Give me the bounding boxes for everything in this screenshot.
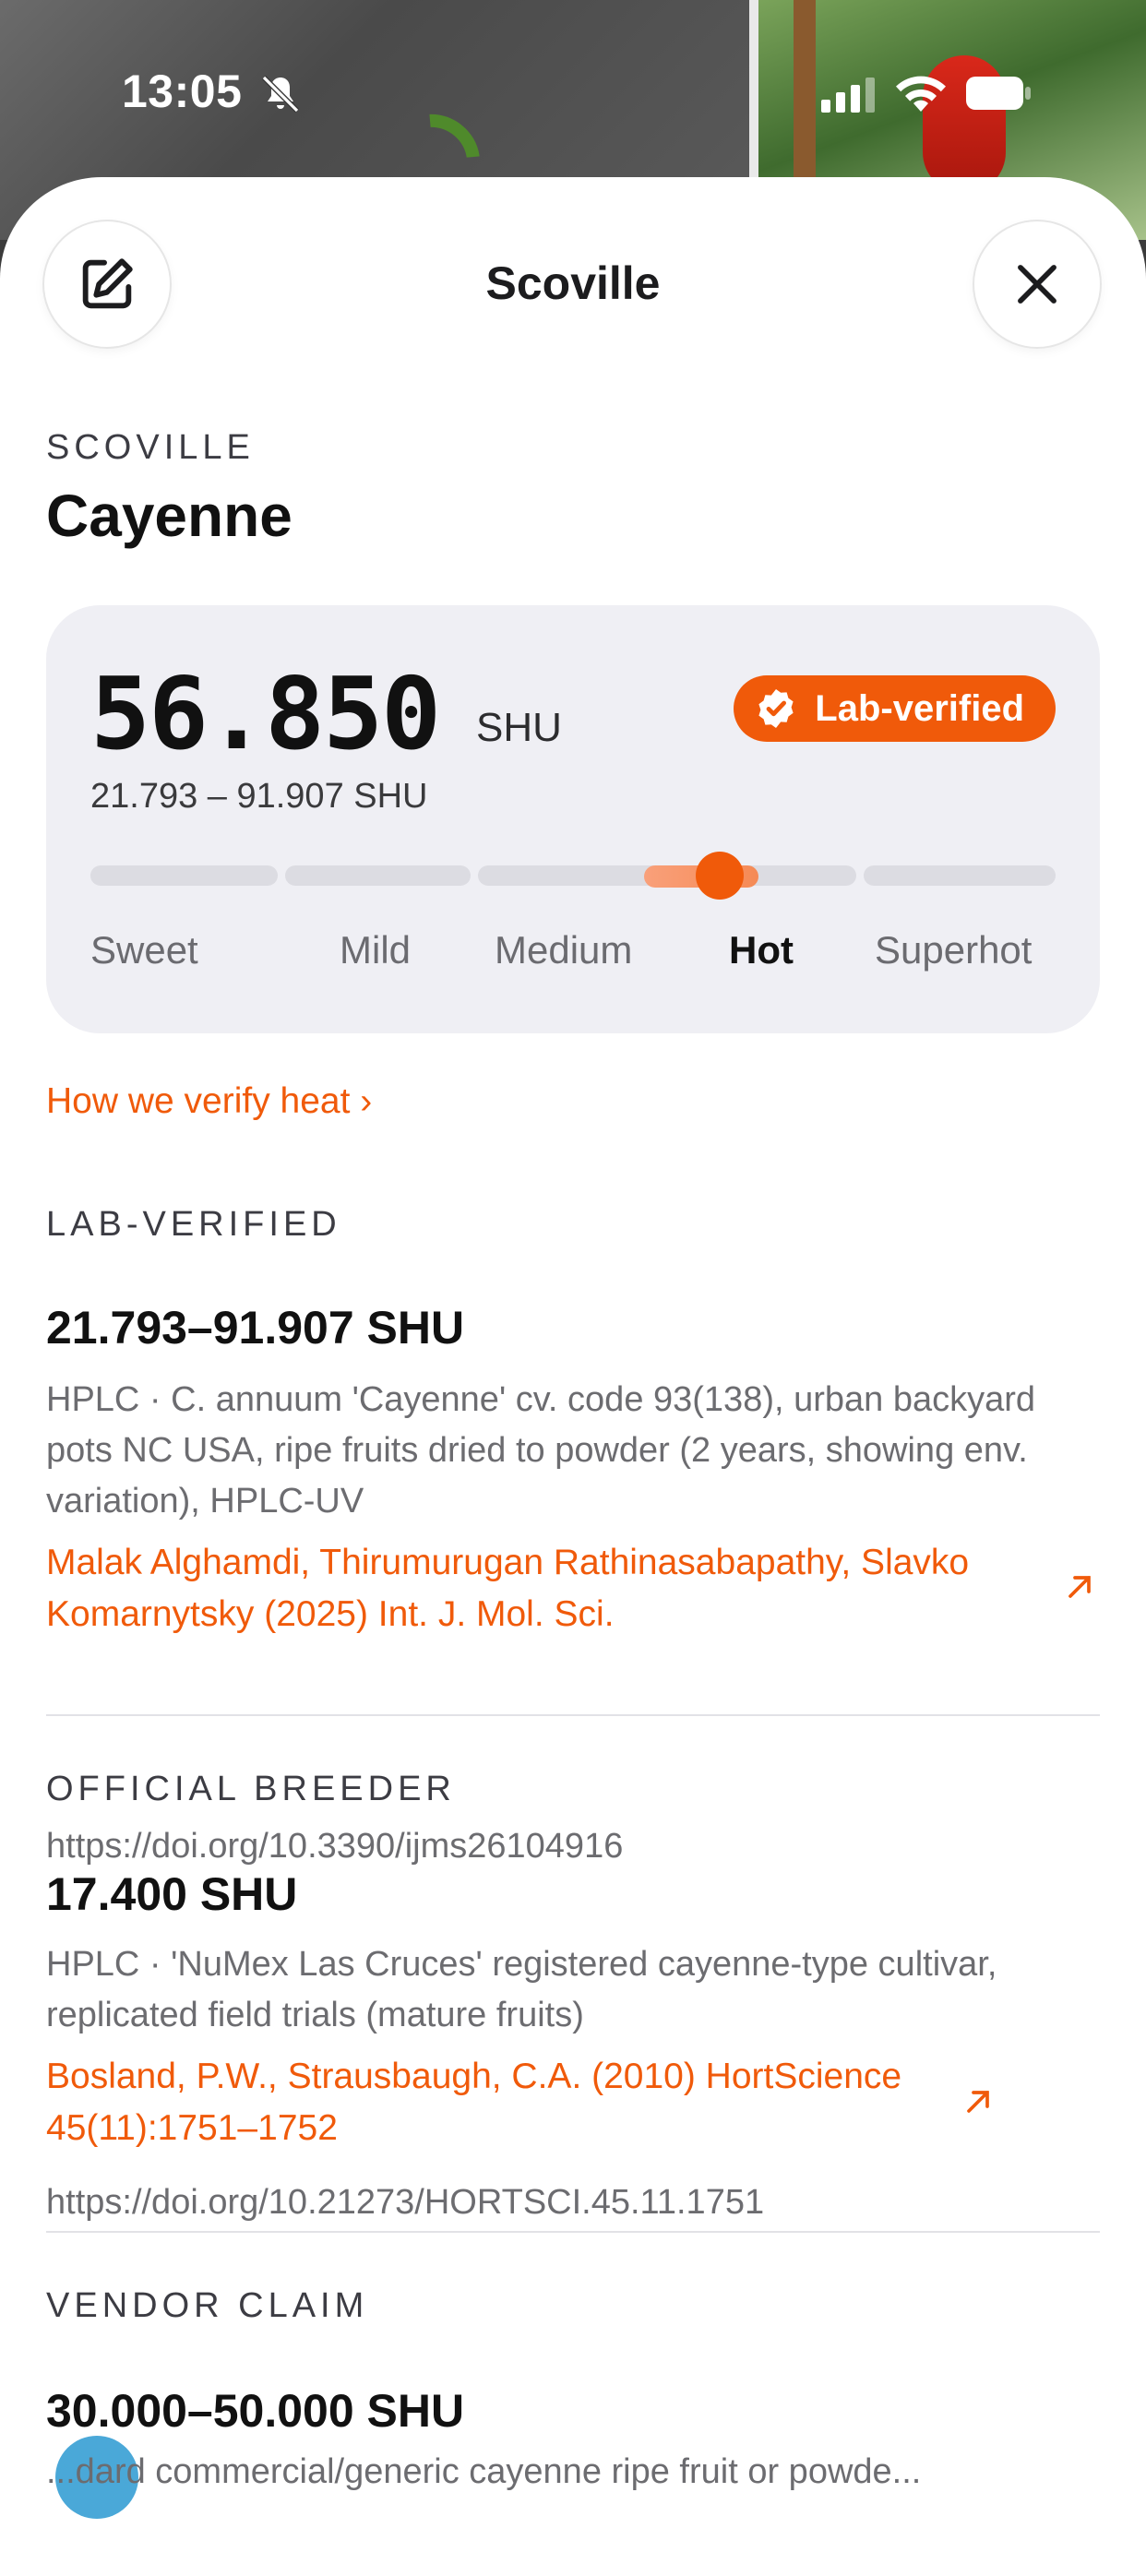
close-icon bbox=[1018, 265, 1056, 304]
bell-slash-icon bbox=[261, 75, 300, 113]
level-label-mild: Mild bbox=[340, 928, 412, 972]
scale-segment-mild bbox=[285, 865, 471, 886]
heat-scale bbox=[90, 852, 1056, 900]
divider bbox=[46, 2231, 1100, 2233]
external-link-icon[interactable] bbox=[960, 2083, 997, 2120]
heat-marker bbox=[695, 852, 744, 900]
source-doi-lab: https://doi.org/10.3390/ijms26104916 bbox=[46, 1827, 624, 1866]
heat-card: 56.850 SHU 21.793 – 91.907 SHU Lab-verif… bbox=[46, 605, 1100, 1033]
level-label-hot: Hot bbox=[729, 928, 794, 972]
verify-heat-link[interactable]: How we verify heat › bbox=[46, 1081, 372, 1122]
shu-range: 21.793 – 91.907 SHU bbox=[90, 777, 428, 816]
detail-sheet: Scoville SCOVILLE Cayenne 56.850 SHU 21.… bbox=[0, 177, 1146, 2576]
battery-icon bbox=[966, 77, 1031, 110]
shu-unit: SHU bbox=[476, 705, 562, 750]
source-heading-breeder: OFFICIAL BREEDER bbox=[46, 1770, 456, 1808]
badge-label: Lab-verified bbox=[815, 687, 1024, 729]
scale-segment-superhot bbox=[864, 865, 1056, 886]
source-heading-lab: LAB-VERIFIED bbox=[46, 1205, 341, 1244]
source-citation-lab[interactable]: Malak Alghamdi, Thirumurugan Rathinasaba… bbox=[46, 1537, 1043, 1640]
level-label-sweet: Sweet bbox=[90, 928, 198, 972]
wifi-icon bbox=[896, 76, 946, 112]
external-link-icon[interactable] bbox=[1061, 1568, 1098, 1605]
heat-level-labels: Sweet Mild Medium Hot Superhot bbox=[90, 928, 1056, 984]
source-citation-breeder[interactable]: Bosland, P.W., Strausbaugh, C.A. (2010) … bbox=[46, 2051, 950, 2154]
source-description-breeder: HPLC · 'NuMex Las Cruces' registered cay… bbox=[46, 1945, 997, 2034]
source-doi-breeder: https://doi.org/10.21273/HORTSCI.45.11.1… bbox=[46, 2183, 765, 2222]
level-label-superhot: Superhot bbox=[875, 928, 1033, 972]
close-button[interactable] bbox=[974, 221, 1100, 347]
status-time: 13:05 bbox=[122, 66, 243, 117]
source-value-lab: 21.793–91.907 SHU bbox=[46, 1302, 465, 1354]
level-label-medium: Medium bbox=[495, 928, 633, 972]
source-description-vendor: ...dard commercial/generic cayenne ripe … bbox=[46, 2452, 922, 2491]
verified-check-icon bbox=[758, 689, 794, 728]
source-value-breeder: 17.400 SHU bbox=[46, 1868, 298, 1920]
section-eyebrow: SCOVILLE bbox=[46, 428, 255, 467]
scale-segment-sweet bbox=[90, 865, 278, 886]
status-bar: 13:05 bbox=[0, 0, 1146, 185]
pepper-name: Cayenne bbox=[46, 483, 292, 549]
divider bbox=[46, 1714, 1100, 1716]
cellular-signal-icon bbox=[821, 78, 875, 113]
lab-verified-badge: Lab-verified bbox=[734, 675, 1056, 742]
source-heading-vendor: VENDOR CLAIM bbox=[46, 2286, 369, 2325]
shu-value: 56.850 bbox=[90, 657, 441, 772]
source-description-lab: HPLC · C. annuum 'Cayenne' cv. code 93(1… bbox=[46, 1380, 1036, 1521]
scale-segment-medium bbox=[478, 865, 663, 886]
source-value-vendor: 30.000–50.000 SHU bbox=[46, 2385, 465, 2437]
